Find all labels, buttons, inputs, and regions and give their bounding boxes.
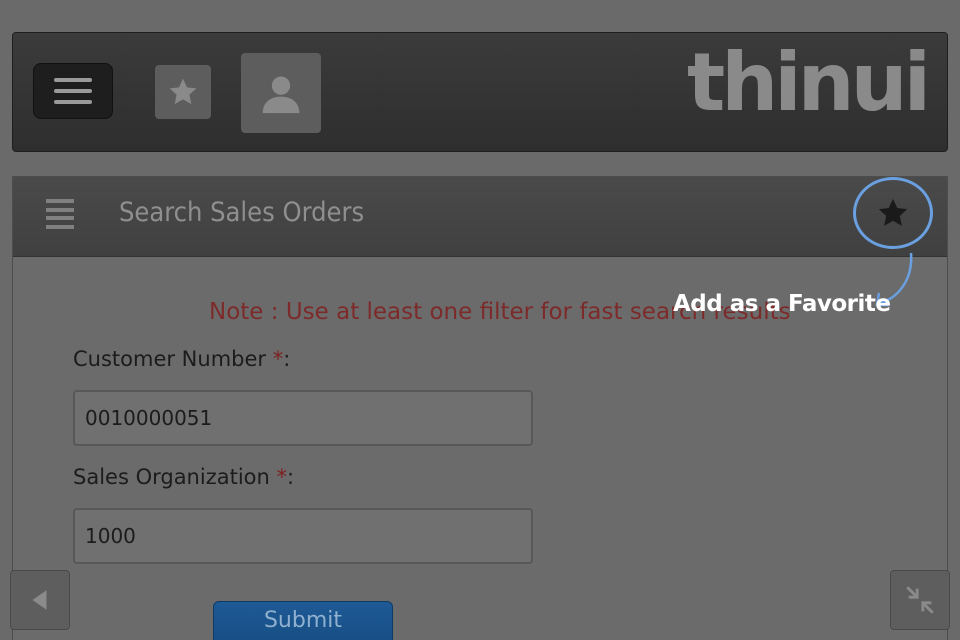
app-logo: thinui bbox=[687, 36, 931, 129]
favorite-callout: Add as a Favorite bbox=[673, 291, 891, 317]
submit-button[interactable]: Submit bbox=[213, 601, 393, 640]
required-marker: * bbox=[272, 347, 284, 371]
add-favorite-button[interactable] bbox=[853, 177, 933, 249]
favorites-button[interactable] bbox=[155, 65, 211, 119]
collapse-icon bbox=[906, 586, 934, 614]
top-header: thinui bbox=[12, 32, 948, 152]
panel-header: Search Sales Orders bbox=[13, 177, 947, 257]
star-icon bbox=[169, 78, 197, 105]
page-title: Search Sales Orders bbox=[119, 197, 365, 228]
back-button[interactable] bbox=[10, 570, 70, 630]
star-icon bbox=[878, 198, 908, 226]
collapse-button[interactable] bbox=[890, 570, 950, 630]
customer-number-label: Customer Number *: bbox=[73, 347, 291, 371]
user-icon bbox=[262, 76, 300, 114]
sales-organization-label: Sales Organization *: bbox=[73, 465, 295, 489]
required-marker: * bbox=[276, 465, 288, 489]
back-arrow-icon bbox=[32, 590, 47, 610]
hamburger-icon bbox=[54, 78, 92, 82]
list-icon[interactable] bbox=[46, 199, 76, 229]
main-menu-button[interactable] bbox=[33, 63, 113, 119]
user-profile-button[interactable] bbox=[241, 53, 321, 133]
sales-organization-field[interactable] bbox=[73, 508, 533, 564]
customer-number-field[interactable] bbox=[73, 390, 533, 446]
search-panel: Search Sales Orders Note : Use at least … bbox=[12, 176, 948, 640]
